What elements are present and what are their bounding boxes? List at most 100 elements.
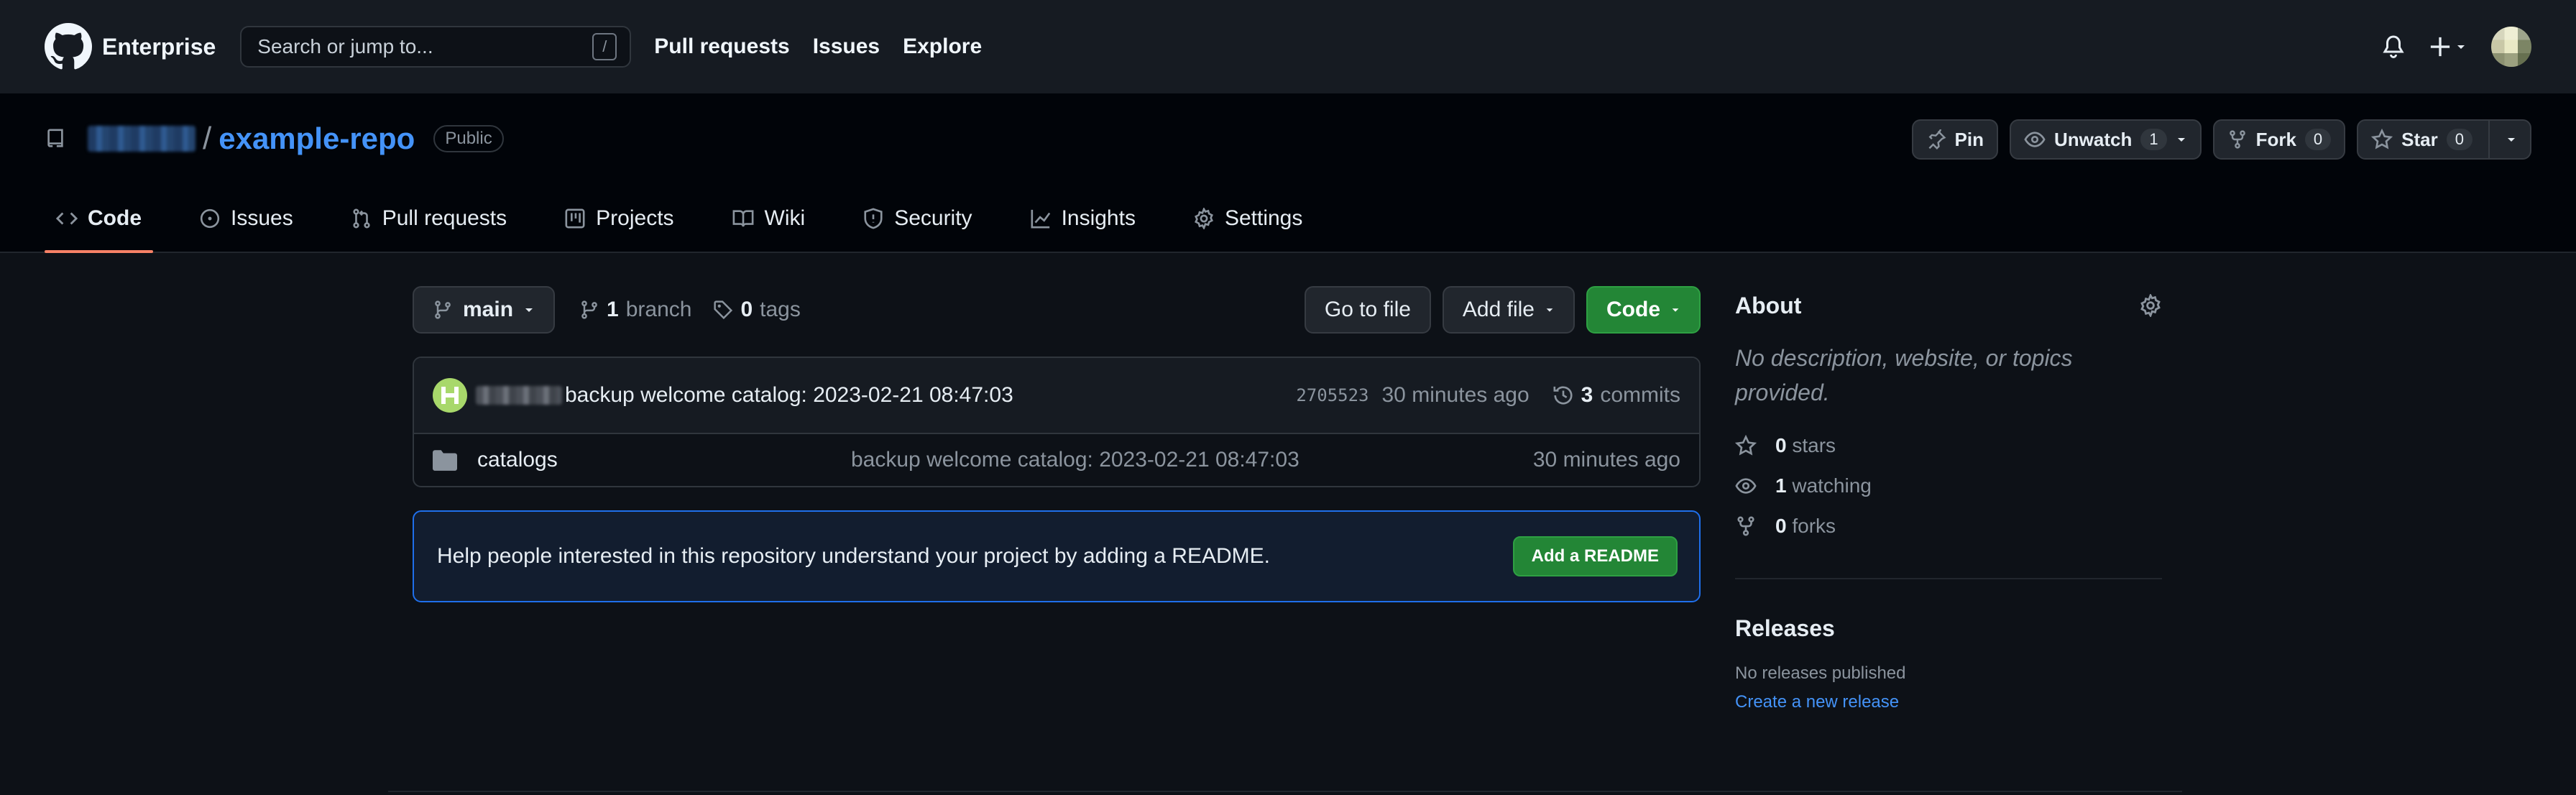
nav-explore[interactable]: Explore [903, 35, 982, 59]
bell-icon[interactable] [2382, 35, 2405, 59]
eye-icon [1735, 475, 1757, 497]
file-name[interactable]: catalogs [477, 448, 851, 472]
tag-icon [713, 300, 733, 320]
plus-icon [2429, 36, 2451, 58]
git-branch-icon [433, 300, 453, 320]
gear-icon[interactable] [2139, 294, 2162, 317]
folder-icon [433, 449, 457, 471]
github-logo-icon [45, 23, 92, 70]
commit-age: 30 minutes ago [1381, 383, 1530, 407]
tab-pull-requests[interactable]: Pull requests [339, 185, 518, 252]
graph-icon [1030, 208, 1052, 229]
forks-label: forks [1792, 515, 1836, 537]
branch-label: branch [625, 298, 692, 321]
gear-icon [1193, 208, 1215, 229]
create-release-link[interactable]: Create a new release [1735, 692, 2162, 712]
sidebar-divider [1735, 578, 2162, 579]
latest-commit-row: backup welcome catalog: 2023-02-21 08:47… [414, 358, 1699, 434]
fork-button[interactable]: Fork 0 [2212, 119, 2346, 160]
history-icon [1552, 385, 1574, 406]
readme-prompt-text: Help people interested in this repositor… [437, 544, 1270, 568]
pull-request-icon [351, 208, 372, 229]
chevron-down-icon [2176, 134, 2187, 145]
star-list-dropdown[interactable] [2493, 134, 2530, 145]
branches-link[interactable]: 1 branch [579, 298, 691, 322]
repo-path-separator: / [203, 121, 212, 156]
tab-security[interactable]: Security [851, 185, 983, 252]
tag-count: 0 [740, 298, 753, 321]
tab-label: Wiki [764, 206, 806, 230]
create-new-menu[interactable] [2429, 36, 2467, 58]
commit-message[interactable]: backup welcome catalog: 2023-02-21 08:47… [565, 383, 1013, 408]
code-button[interactable]: Code [1586, 286, 1701, 334]
unwatch-label: Unwatch [2053, 128, 2133, 150]
search-input[interactable]: Search or jump to... / [240, 26, 632, 68]
commit-sha[interactable]: 2705523 [1296, 385, 1368, 405]
about-header: About [1735, 288, 2162, 323]
tag-label: tags [760, 298, 801, 321]
watching-link[interactable]: 1 watching [1735, 474, 2162, 497]
chevron-down-icon [523, 304, 535, 316]
pin-icon [1926, 129, 1946, 150]
code-button-label: Code [1606, 298, 1660, 321]
readme-prompt: Help people interested in this repositor… [413, 510, 1701, 602]
commit-meta: 2705523 30 minutes ago 3 commits [1296, 383, 1680, 408]
about-description: No description, website, or topics provi… [1735, 345, 2073, 405]
about-title: About [1735, 292, 1802, 318]
forks-count: 0 [1775, 515, 1787, 537]
repo-name-link[interactable]: example-repo [218, 121, 415, 156]
project-icon [564, 208, 586, 229]
branch-count: 1 [607, 298, 619, 321]
tab-wiki[interactable]: Wiki [720, 185, 817, 252]
file-commit-message[interactable]: backup welcome catalog: 2023-02-21 08:47… [851, 448, 1300, 472]
file-row[interactable]: catalogs backup welcome catalog: 2023-02… [414, 434, 1699, 486]
tab-label: Security [894, 206, 972, 230]
add-file-button[interactable]: Add file [1442, 286, 1575, 334]
commit-author-redacted[interactable] [476, 386, 562, 405]
pin-button[interactable]: Pin [1911, 119, 1998, 160]
tab-label: Issues [231, 206, 293, 230]
releases-title[interactable]: Releases [1735, 615, 2162, 642]
add-readme-button[interactable]: Add a README [1512, 536, 1678, 576]
global-header: Enterprise Search or jump to... / Pull r… [0, 0, 2576, 93]
forks-link[interactable]: 0 forks [1735, 515, 2162, 538]
commit-history-link[interactable]: 3 commits [1552, 383, 1680, 408]
tab-label: Pull requests [382, 206, 507, 230]
tab-issues[interactable]: Issues [188, 185, 305, 252]
commit-label: commits [1600, 383, 1680, 407]
owner-name-redacted[interactable] [88, 126, 196, 152]
tab-settings[interactable]: Settings [1182, 185, 1314, 252]
go-to-file-button[interactable]: Go to file [1304, 286, 1431, 334]
tab-code[interactable]: Code [45, 185, 153, 253]
watch-count: 1 [2140, 129, 2167, 150]
star-button-group: Star 0 [2357, 119, 2531, 160]
tab-label: Settings [1224, 206, 1303, 230]
stars-link[interactable]: 0 stars [1735, 434, 2162, 457]
tab-projects[interactable]: Projects [553, 185, 685, 252]
chevron-down-icon [1545, 305, 1555, 315]
search-shortcut-key: / [592, 33, 617, 60]
user-avatar[interactable] [2491, 27, 2531, 67]
no-releases-text: No releases published [1735, 663, 1906, 683]
star-icon [2371, 129, 2393, 150]
nav-pull-requests[interactable]: Pull requests [654, 35, 789, 59]
git-branch-icon [579, 300, 599, 320]
watching-label: watching [1792, 474, 1872, 497]
header-actions [2382, 27, 2531, 67]
add-file-label: Add file [1462, 298, 1535, 321]
commit-author-avatar[interactable] [433, 378, 467, 413]
issue-icon [199, 208, 221, 229]
tab-insights[interactable]: Insights [1018, 185, 1147, 252]
unwatch-button[interactable]: Unwatch 1 [2009, 119, 2202, 160]
search-placeholder: Search or jump to... [257, 35, 433, 58]
file-actions: Go to file Add file Code [1304, 286, 1701, 334]
chevron-down-icon [2455, 41, 2467, 52]
branch-selector[interactable]: main [413, 286, 556, 334]
home-link[interactable]: Enterprise [45, 23, 216, 70]
stars-count: 0 [1775, 434, 1787, 456]
nav-issues[interactable]: Issues [813, 35, 880, 59]
star-button[interactable]: Star 0 [2371, 129, 2485, 151]
repo-sidebar: About No description, website, or topics… [1735, 288, 2162, 712]
tags-link[interactable]: 0 tags [713, 298, 801, 322]
tab-label: Projects [596, 206, 674, 230]
